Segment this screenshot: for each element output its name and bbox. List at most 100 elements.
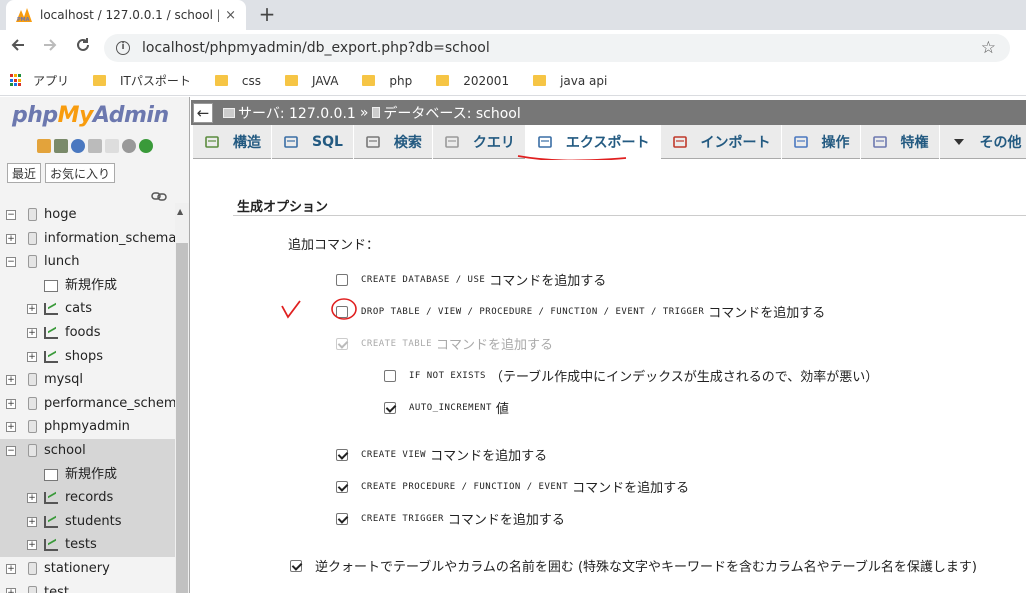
create-procedure-option[interactable]: CREATE PROCEDURE / FUNCTION / EVENT コマンドを… (336, 477, 689, 496)
tree-item-label[interactable]: performance_schema (44, 392, 185, 416)
tree-database-item[interactable]: − hoge (0, 203, 175, 227)
sql-docs-icon[interactable] (105, 139, 119, 153)
tree-table-item[interactable]: + shops (0, 345, 175, 369)
phpmyadmin-logo[interactable]: phpMyAdmin (12, 103, 169, 128)
tree-database-item[interactable]: + phpmyadmin (0, 415, 175, 439)
reload-icon[interactable] (71, 36, 95, 60)
scroll-thumb[interactable] (176, 243, 188, 593)
expand-icon[interactable]: + (27, 304, 37, 315)
recent-button[interactable]: 最近 (7, 163, 42, 183)
tree-database-item[interactable]: − lunch (0, 250, 175, 274)
tab-privileges[interactable]: 特権 (861, 125, 940, 159)
create-trigger-checkbox[interactable] (336, 512, 348, 525)
collapse-nav-icon[interactable]: ← (193, 102, 213, 123)
expand-icon[interactable]: + (6, 563, 16, 574)
tree-table-item[interactable]: + tests (0, 533, 175, 557)
collapse-icon[interactable]: − (6, 210, 16, 220)
bookmark-folder[interactable]: 202001 (436, 74, 509, 88)
tab-search[interactable]: 検索 (354, 125, 433, 159)
site-info-icon[interactable]: i (116, 41, 130, 55)
tree-item-label[interactable]: shops (65, 345, 103, 369)
create-database-option[interactable]: CREATE DATABASE / USE コマンドを追加する (336, 270, 606, 289)
bookmark-folder[interactable]: php (362, 74, 412, 88)
tree-item-label[interactable]: students (65, 510, 121, 534)
auto-increment-checkbox[interactable] (384, 401, 396, 414)
tree-table-item[interactable]: + cats (0, 297, 175, 321)
browser-tab[interactable]: PMA localhost / 127.0.0.1 / school | ph … (6, 0, 246, 30)
expand-icon[interactable]: + (27, 351, 37, 362)
tree-item-label[interactable]: records (65, 486, 113, 510)
bookmark-star-icon[interactable]: ☆ (981, 38, 996, 58)
tree-item-label[interactable]: lunch (44, 250, 79, 274)
collapse-icon[interactable]: − (6, 445, 16, 456)
tree-item-label[interactable]: information_schema (44, 227, 176, 251)
tree-new-item[interactable]: 新規作成 (0, 274, 175, 298)
expand-icon[interactable]: + (27, 516, 37, 527)
expand-icon[interactable]: + (27, 493, 37, 504)
tab-import[interactable]: インポート (661, 125, 782, 159)
tree-database-item[interactable]: + information_schema (0, 227, 176, 251)
reload-nav-icon[interactable] (139, 139, 153, 153)
tab-close-icon[interactable]: × (225, 8, 236, 23)
expand-icon[interactable]: + (6, 233, 16, 244)
create-view-checkbox[interactable] (336, 448, 348, 461)
tree-new-item[interactable]: 新規作成 (0, 462, 175, 487)
if-not-exists-checkbox[interactable] (384, 369, 396, 382)
tree-table-item[interactable]: + records (0, 486, 175, 510)
scroll-up-icon[interactable]: ▲ (177, 207, 183, 216)
breadcrumb-database[interactable]: データベース: school (383, 103, 520, 123)
forward-icon[interactable] (38, 36, 62, 60)
if-not-exists-option[interactable]: IF NOT EXISTS （テーブル作成中にインデックスが生成されるので、効率が… (384, 366, 878, 385)
expand-icon[interactable]: + (27, 327, 37, 338)
expand-icon[interactable]: + (6, 587, 16, 593)
nav-scrollbar[interactable]: ▲ (175, 203, 189, 593)
tab-query[interactable]: クエリ (433, 125, 526, 159)
tree-database-item[interactable]: + performance_schema (0, 392, 185, 416)
bookmark-apps[interactable]: アプリ (10, 72, 69, 89)
tree-table-item[interactable]: + foods (0, 321, 175, 345)
tree-item-label[interactable]: mysql (44, 368, 83, 392)
create-view-option[interactable]: CREATE VIEW コマンドを追加する (336, 445, 547, 464)
drop-table-option[interactable]: DROP TABLE / VIEW / PROCEDURE / FUNCTION… (336, 302, 825, 321)
address-url[interactable]: localhost/phpmyadmin/db_export.php?db=sc… (142, 40, 981, 56)
bookmark-folder[interactable]: ITパスポート (93, 72, 191, 89)
tree-database-item[interactable]: + stationery (0, 557, 175, 581)
help-icon[interactable] (71, 139, 85, 153)
tree-item-label[interactable]: phpmyadmin (44, 415, 130, 439)
tab-wrench[interactable]: 操作 (782, 125, 861, 159)
tree-item-label[interactable]: tests (65, 533, 97, 557)
docs-icon[interactable] (88, 139, 102, 153)
collapse-icon[interactable]: − (6, 257, 16, 268)
create-database-checkbox[interactable] (336, 273, 348, 286)
tree-item-label[interactable]: school (44, 439, 86, 463)
tab-sql[interactable]: SQL (272, 125, 354, 159)
tree-item-label[interactable]: hoge (44, 203, 76, 227)
breadcrumb-server[interactable]: サーバ: 127.0.0.1 (238, 103, 356, 123)
tree-database-item[interactable]: + mysql (0, 368, 175, 392)
bookmark-folder[interactable]: java api (533, 74, 607, 88)
tree-item-label[interactable]: foods (65, 321, 101, 345)
backquote-checkbox[interactable] (290, 559, 302, 572)
favorites-button[interactable]: お気に入り (45, 163, 116, 183)
tree-item-label[interactable]: 新規作成 (65, 274, 117, 298)
logout-icon[interactable] (54, 139, 68, 153)
bookmark-folder[interactable]: css (214, 74, 261, 88)
tree-database-item[interactable]: − school (0, 438, 175, 463)
auto-increment-option[interactable]: AUTO_INCREMENT 値 (384, 398, 509, 417)
expand-icon[interactable]: + (6, 375, 16, 386)
new-tab-button[interactable]: + (256, 3, 278, 25)
expand-icon[interactable]: + (6, 398, 16, 409)
home-icon[interactable] (37, 139, 51, 153)
tree-table-item[interactable]: + students (0, 509, 175, 534)
expand-icon[interactable]: + (27, 540, 37, 551)
tree-item-label[interactable]: test (44, 581, 69, 593)
expand-icon[interactable]: + (6, 422, 16, 433)
tab-structure[interactable]: 構造 (193, 125, 272, 159)
tab-chevron-down[interactable]: その他 (940, 125, 1026, 159)
tree-item-label[interactable]: cats (65, 297, 92, 321)
back-icon[interactable] (6, 36, 30, 60)
tree-database-item[interactable]: + test (0, 581, 175, 593)
backquote-option[interactable]: 逆クォートでテーブルやカラムの名前を囲む (特殊な文字やキーワードを含むカラム名… (290, 556, 977, 575)
address-bar[interactable]: i localhost/phpmyadmin/db_export.php?db=… (104, 34, 1010, 62)
tree-item-label[interactable]: 新規作成 (65, 463, 117, 487)
